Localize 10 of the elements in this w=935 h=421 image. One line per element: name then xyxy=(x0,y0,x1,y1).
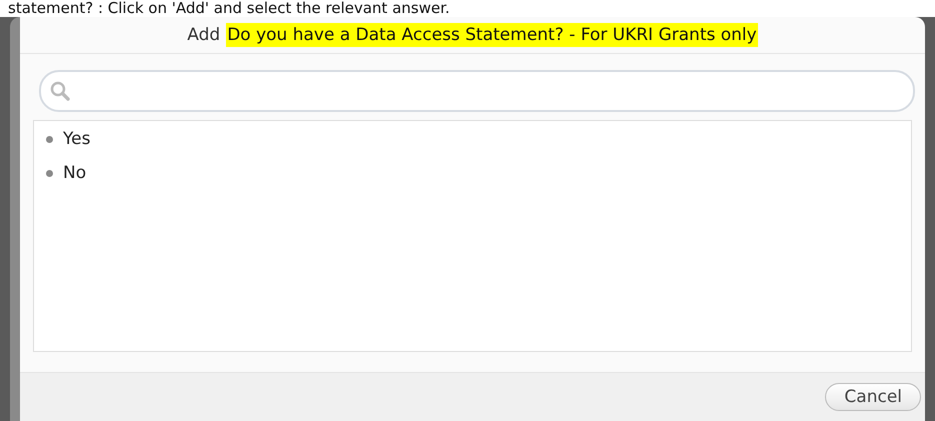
cancel-button[interactable]: Cancel xyxy=(825,383,921,411)
dialog-title: Add xyxy=(187,25,220,45)
bullet-icon xyxy=(46,136,53,142)
option-item[interactable]: No xyxy=(46,163,899,183)
bullet-icon xyxy=(46,170,53,176)
highlighted-question: Do you have a Data Access Statement? - For UKRI Grants only xyxy=(226,23,758,47)
option-item[interactable]: Yes xyxy=(46,129,899,149)
instruction-text: statement? : Click on 'Add' and select the relevant answer. xyxy=(7,0,451,17)
search-field[interactable] xyxy=(39,70,915,112)
search-icon xyxy=(49,80,71,102)
